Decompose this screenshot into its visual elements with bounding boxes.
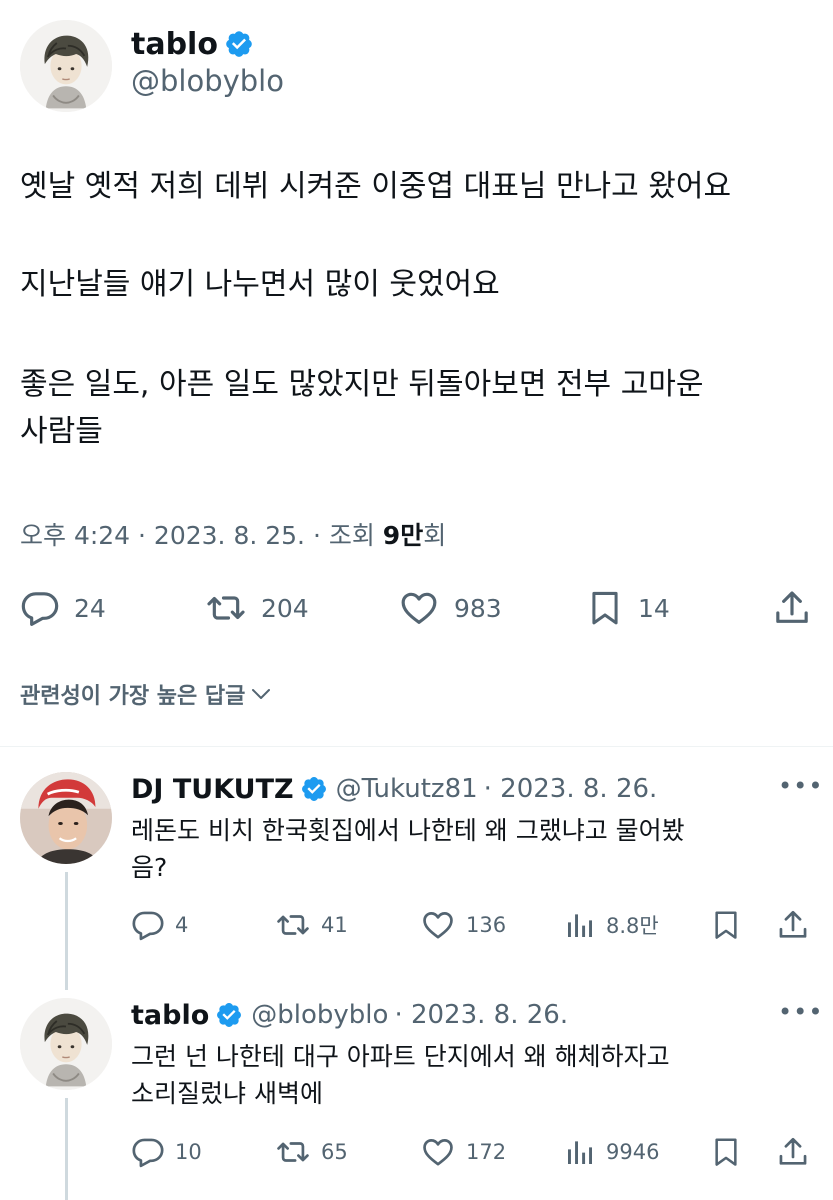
- repost-icon: [275, 908, 311, 942]
- like-button[interactable]: 172: [420, 1135, 506, 1169]
- main-tweet-avatar[interactable]: [20, 20, 112, 112]
- share-icon: [776, 1135, 810, 1169]
- reply-author-name[interactable]: tablo: [131, 1000, 209, 1031]
- views-button[interactable]: 8.8만: [564, 908, 659, 942]
- reply-text-line: 음?: [131, 853, 168, 882]
- tweet-text-line: 사람들: [20, 414, 103, 449]
- reply-author-handle[interactable]: @blobyblo: [251, 1000, 388, 1030]
- reply-avatar[interactable]: [20, 772, 112, 864]
- reply-date[interactable]: · 2023. 8. 26.: [394, 1000, 568, 1030]
- verified-icon: [224, 29, 254, 59]
- reply-sort-label: 관련성이 가장 높은 답글: [20, 684, 246, 709]
- more-icon[interactable]: •••: [778, 772, 823, 800]
- verified-icon: [215, 1001, 243, 1029]
- views-count: 9946: [606, 1140, 660, 1164]
- main-tweet-author-handle[interactable]: @blobyblo: [131, 64, 284, 98]
- more-icon[interactable]: •••: [778, 998, 823, 1026]
- like-count: 172: [466, 1140, 507, 1164]
- tweet-timestamp[interactable]: 오후 4:24 · 2023. 8. 25. · 조회: [20, 521, 383, 550]
- repost-count: 65: [321, 1140, 348, 1164]
- like-icon: [398, 588, 440, 628]
- reply-count: 4: [175, 913, 189, 937]
- share-button[interactable]: [776, 1135, 810, 1169]
- reply-text-line: 그런 넌 나한테 대구 아파트 단지에서 왜 해체하자고: [131, 1042, 670, 1071]
- bookmark-icon: [710, 908, 742, 942]
- repost-icon: [275, 1135, 311, 1169]
- reply-sort-dropdown[interactable]: 관련성이 가장 높은 답글: [20, 678, 273, 710]
- repost-count: 204: [261, 593, 309, 623]
- views-icon: [564, 1135, 596, 1169]
- reply-date[interactable]: · 2023. 8. 26.: [484, 774, 658, 804]
- reply-icon: [131, 1135, 165, 1169]
- bookmark-button[interactable]: [710, 1135, 742, 1169]
- reply-button[interactable]: 4: [131, 908, 188, 942]
- repost-button[interactable]: 65: [275, 1135, 348, 1169]
- repost-count: 41: [321, 913, 348, 937]
- like-icon: [420, 1135, 456, 1169]
- reply-button[interactable]: 24: [20, 588, 106, 628]
- repost-button[interactable]: 204: [205, 588, 309, 628]
- share-icon: [776, 908, 810, 942]
- bookmark-button[interactable]: [710, 908, 742, 942]
- tweet-text-line: 지난날들 얘기 나누면서 많이 웃었어요: [20, 267, 500, 302]
- main-tweet-author[interactable]: tablo: [131, 22, 254, 66]
- reply-author-handle[interactable]: @Tukutz81: [336, 774, 478, 804]
- bookmark-icon: [586, 588, 624, 628]
- share-button[interactable]: [772, 588, 812, 628]
- chevron-down-icon: [252, 689, 271, 699]
- repost-button[interactable]: 41: [275, 908, 348, 942]
- reply-text-line: 소리질렀냐 새벽에: [131, 1079, 323, 1108]
- reply-avatar[interactable]: [20, 998, 112, 1090]
- thread-connector: [65, 872, 68, 990]
- tweet-text-line: 옛날 옛적 저희 데뷔 시켜준 이중엽 대표님 만나고 왔어요: [20, 169, 732, 204]
- section-divider: [0, 746, 833, 747]
- bookmark-button[interactable]: 14: [586, 588, 670, 628]
- views-icon: [564, 908, 596, 942]
- reply-count: 24: [74, 593, 106, 623]
- reply-header: DJ TUKUTZ @Tukutz81 · 2023. 8. 26.: [131, 770, 657, 808]
- reply-header: tablo @blobyblo · 2023. 8. 26.: [131, 996, 568, 1034]
- bookmark-icon: [710, 1135, 742, 1169]
- thread-connector: [65, 1098, 68, 1200]
- tweet-text-line: 좋은 일도, 아픈 일도 많았지만 뒤돌아보면 전부 고마운: [20, 367, 704, 402]
- repost-icon: [205, 588, 247, 628]
- reply-count: 10: [175, 1140, 202, 1164]
- share-icon: [772, 588, 812, 628]
- like-button[interactable]: 983: [398, 588, 502, 628]
- like-count: 983: [454, 593, 502, 623]
- reply-text-line: 레돈도 비치 한국횟집에서 나한테 왜 그랬냐고 물어봤: [131, 816, 685, 845]
- share-button[interactable]: [776, 908, 810, 942]
- verified-icon: [300, 775, 328, 803]
- views-count: 8.8만: [606, 914, 659, 938]
- reply-icon: [131, 908, 165, 942]
- views-button[interactable]: 9946: [564, 1135, 659, 1169]
- like-icon: [420, 908, 456, 942]
- tweet-view-count[interactable]: 9만: [383, 521, 423, 550]
- bookmark-count: 14: [638, 593, 670, 623]
- main-tweet-author-name[interactable]: tablo: [131, 27, 218, 62]
- like-button[interactable]: 136: [420, 908, 506, 942]
- tweet-view-suffix: 회: [423, 521, 447, 550]
- like-count: 136: [466, 913, 507, 937]
- reply-icon: [20, 588, 60, 628]
- tweet-meta: 오후 4:24 · 2023. 8. 25. · 조회 9만회: [20, 516, 446, 552]
- reply-button[interactable]: 10: [131, 1135, 202, 1169]
- reply-author-name[interactable]: DJ TUKUTZ: [131, 774, 294, 805]
